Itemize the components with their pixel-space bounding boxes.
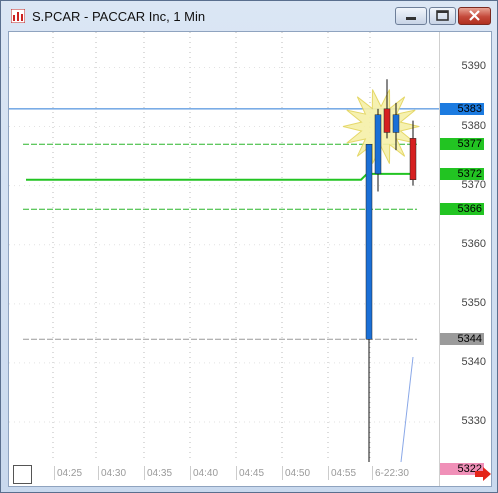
time-separator — [144, 466, 145, 480]
minimize-icon — [406, 17, 416, 20]
y-tick-label: 5330 — [461, 415, 486, 427]
level-line — [26, 172, 416, 181]
scroll-right-arrow-icon[interactable] — [474, 466, 492, 482]
x-tick-label: 04:50 — [285, 468, 311, 479]
x-tick-label: 04:40 — [193, 468, 219, 479]
time-separator — [328, 466, 329, 480]
price-level-tag[interactable]: 5377 — [440, 138, 484, 151]
x-tick-label: 04:30 — [101, 468, 127, 479]
time-separator — [282, 466, 283, 480]
chart-window: S.PCAR - PACCAR Inc, 1 Min 5390 5380 5370 5… — [0, 0, 498, 493]
time-axis[interactable]: 04:25 04:30 04:35 04:40 04:45 04:50 04:55 6-22:… — [9, 462, 439, 486]
candle-body — [365, 144, 373, 340]
price-axis[interactable]: 5390 5380 5370 5360 5350 5340 5330 5383 5377 5372… — [439, 32, 491, 486]
price-plot[interactable] — [9, 32, 439, 462]
price-level-tag[interactable]: 5372 — [440, 167, 484, 180]
maximize-button[interactable] — [429, 7, 456, 25]
y-tick-label: 5370 — [461, 178, 486, 191]
candle-body — [374, 114, 382, 175]
x-tick-label: 04:55 — [331, 468, 357, 479]
window-title: S.PCAR - PACCAR Inc, 1 Min — [32, 9, 206, 24]
candle-body — [383, 108, 391, 133]
y-tick-label: 5390 — [461, 60, 486, 73]
chart-corner-box[interactable] — [13, 465, 32, 484]
x-tick-label: 04:25 — [57, 468, 83, 479]
y-tick-label: 5340 — [461, 355, 486, 368]
y-tick-label: 5360 — [461, 237, 486, 250]
title-bar[interactable]: S.PCAR - PACCAR Inc, 1 Min — [1, 1, 497, 29]
chart-area[interactable]: 5390 5380 5370 5360 5350 5340 5330 5383 5377 5372… — [8, 31, 492, 487]
volume-line — [400, 356, 414, 462]
price-level-tag[interactable]: 5366 — [440, 203, 484, 216]
candle-body — [409, 138, 417, 180]
time-separator — [190, 466, 191, 480]
x-tick-label: 04:35 — [147, 468, 173, 479]
close-icon — [469, 10, 480, 21]
close-button[interactable] — [458, 7, 491, 25]
time-separator — [372, 466, 373, 480]
candle-body — [392, 114, 400, 133]
minimize-button[interactable] — [395, 7, 427, 25]
x-tick-label: 6-22:30 — [375, 468, 409, 479]
maximize-icon — [436, 10, 449, 21]
x-tick-label: 04:45 — [239, 468, 265, 479]
price-level-tag[interactable]: 5344 — [440, 333, 484, 346]
time-separator — [236, 466, 237, 480]
time-separator — [98, 466, 99, 480]
y-tick-label: 5350 — [461, 296, 486, 309]
time-separator — [54, 466, 55, 480]
chart-icon — [11, 9, 25, 23]
y-tick-label: 5380 — [461, 119, 486, 132]
price-level-tag[interactable]: 5383 — [440, 102, 484, 115]
